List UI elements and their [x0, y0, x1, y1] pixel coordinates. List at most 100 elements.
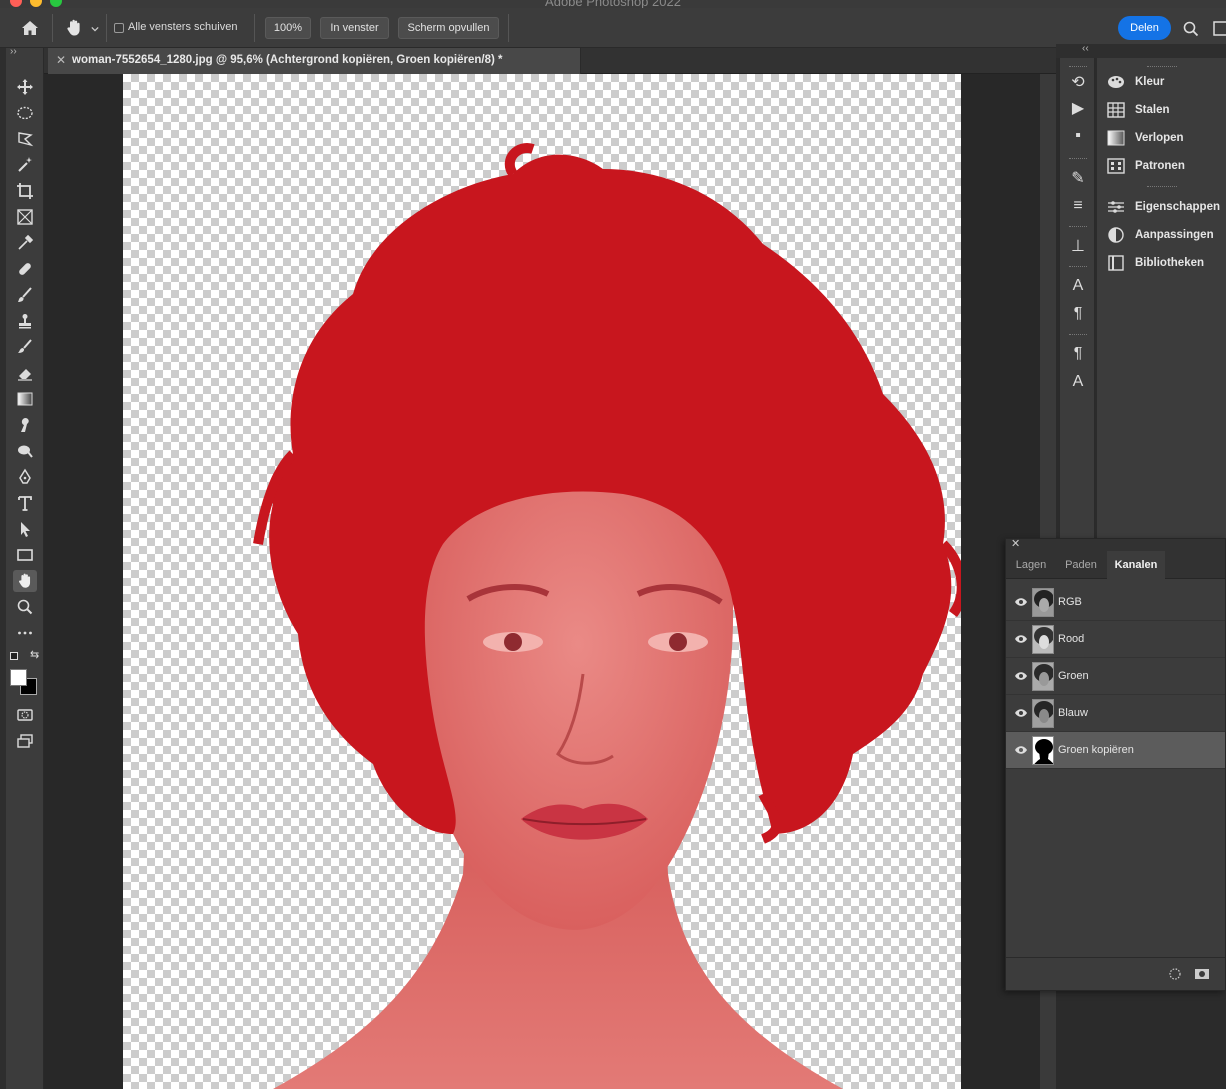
workspace-button[interactable] — [1212, 20, 1226, 38]
document-tab[interactable]: ✕ woman-7552654_1280.jpg @ 95,6% (Achter… — [48, 48, 581, 74]
frame-icon — [17, 209, 33, 225]
close-document-icon[interactable]: ✕ — [56, 53, 66, 67]
panel-patronen[interactable]: Patronen — [1107, 156, 1185, 176]
share-button[interactable]: Delen — [1118, 16, 1171, 40]
collapse-panels-icon[interactable]: ‹‹ — [1082, 43, 1089, 54]
brush-tool[interactable] — [13, 284, 37, 306]
channels-panel-tabs: Lagen Paden Kanalen — [1006, 551, 1225, 579]
close-panel-icon[interactable]: ✕ — [1011, 537, 1020, 550]
crop-icon — [17, 183, 33, 199]
panel-patronen-label: Patronen — [1135, 160, 1185, 172]
channel-row-groen-kopieren[interactable]: Groen kopiëren — [1006, 732, 1225, 769]
clone-source-icon[interactable]: ⊥ — [1068, 236, 1088, 256]
paragraph-styles-icon[interactable]: ¶ — [1068, 344, 1088, 364]
swap-colors-icon[interactable]: ⇆ — [30, 648, 39, 661]
channel-thumbnail — [1032, 588, 1054, 617]
grip[interactable] — [1147, 66, 1177, 67]
history-brush-tool[interactable] — [13, 336, 37, 358]
magic-wand-tool[interactable] — [13, 154, 37, 176]
panel-eigenschappen[interactable]: Eigenschappen — [1107, 197, 1220, 217]
panel-aanpassingen[interactable]: Aanpassingen — [1107, 225, 1214, 245]
visibility-eye-icon[interactable] — [1014, 669, 1028, 683]
search-button[interactable] — [1182, 20, 1200, 38]
fit-in-window-button[interactable]: In venster — [320, 17, 389, 39]
quick-mask-portrait-image[interactable] — [123, 74, 961, 1089]
tab-lagen[interactable]: Lagen — [1006, 551, 1056, 579]
character-styles-icon[interactable]: A — [1068, 372, 1088, 392]
tab-paden[interactable]: Paden — [1056, 551, 1106, 579]
frame-tool[interactable] — [13, 206, 37, 228]
channel-row-groen[interactable]: Groen — [1006, 658, 1225, 695]
brush-settings-icon[interactable]: ✎ — [1068, 168, 1088, 188]
crop-tool[interactable] — [13, 180, 37, 202]
visibility-eye-icon[interactable] — [1014, 706, 1028, 720]
paragraph-icon[interactable]: ¶ — [1068, 304, 1088, 324]
type-icon — [18, 496, 32, 511]
rectangle-tool[interactable] — [13, 544, 37, 566]
grip[interactable] — [1069, 226, 1087, 229]
hand-tool-preset[interactable] — [64, 17, 102, 39]
eraser-tool[interactable] — [13, 362, 37, 384]
scroll-all-windows-checkbox[interactable] — [114, 23, 124, 33]
edit-toolbar-button[interactable] — [13, 622, 37, 644]
canvas-area[interactable] — [44, 74, 1056, 1089]
quick-mask-button[interactable] — [13, 704, 37, 726]
foreground-color-swatch[interactable] — [10, 669, 27, 686]
zoom-100-button[interactable]: 100% — [265, 17, 311, 39]
document-canvas[interactable] — [123, 74, 961, 1089]
character-icon[interactable]: A — [1068, 276, 1088, 296]
comments-icon[interactable]: ▪ — [1068, 126, 1088, 146]
history-icon[interactable]: ⟲ — [1068, 72, 1088, 92]
eyedropper-tool[interactable] — [13, 232, 37, 254]
panel-stalen[interactable]: Stalen — [1107, 100, 1170, 120]
home-button[interactable] — [20, 18, 42, 38]
visibility-eye-icon[interactable] — [1014, 632, 1028, 646]
path-selection-tool[interactable] — [13, 518, 37, 540]
grip[interactable] — [1069, 334, 1087, 337]
document-tab-label: woman-7552654_1280.jpg @ 95,6% (Achtergr… — [72, 54, 503, 66]
brushes-icon[interactable]: ≡ — [1068, 196, 1088, 216]
palette-icon — [1107, 74, 1125, 90]
channel-row-rood[interactable]: Rood — [1006, 621, 1225, 658]
panel-stalen-label: Stalen — [1135, 104, 1170, 116]
panel-bibliotheken[interactable]: Bibliotheken — [1107, 253, 1204, 273]
load-channel-as-selection-icon[interactable] — [1168, 967, 1182, 981]
visibility-eye-icon[interactable] — [1014, 595, 1028, 609]
tab-kanalen[interactable]: Kanalen — [1107, 551, 1165, 579]
clone-stamp-tool[interactable] — [13, 310, 37, 332]
visibility-eye-icon[interactable] — [1014, 743, 1028, 757]
hand-tool[interactable] — [13, 570, 37, 592]
gradient-icon — [1107, 130, 1125, 146]
gradient-tool[interactable] — [13, 388, 37, 410]
collapse-toolbar-icon[interactable]: ›› — [10, 46, 17, 57]
blur-tool[interactable] — [13, 414, 37, 436]
grip[interactable] — [1147, 186, 1177, 187]
default-colors-icon[interactable] — [10, 652, 18, 660]
zoom-tool[interactable] — [13, 596, 37, 618]
zoom-icon — [17, 599, 33, 615]
marquee-tool[interactable] — [13, 102, 37, 124]
panel-kleur[interactable]: Kleur — [1107, 72, 1164, 92]
healing-brush-tool[interactable] — [13, 258, 37, 280]
more-icon — [18, 631, 32, 635]
pen-tool[interactable] — [13, 466, 37, 488]
grip[interactable] — [1069, 66, 1087, 69]
type-tool[interactable] — [13, 492, 37, 514]
fill-screen-button[interactable]: Scherm opvullen — [398, 17, 499, 39]
channel-row-blauw[interactable]: Blauw — [1006, 695, 1225, 732]
panel-header-strip[interactable]: ✕ — [1006, 537, 1225, 551]
dodge-tool[interactable] — [13, 440, 37, 462]
lasso-tool[interactable] — [13, 128, 37, 150]
grip[interactable] — [1069, 158, 1087, 161]
screen-mode-button[interactable] — [13, 730, 37, 752]
actions-play-icon[interactable]: ▶ — [1068, 98, 1088, 118]
channel-thumbnail — [1032, 625, 1054, 654]
path-selection-icon — [21, 522, 30, 537]
grip[interactable] — [1069, 266, 1087, 269]
channel-row-rgb[interactable]: RGB — [1006, 584, 1225, 621]
panel-verlopen[interactable]: Verlopen — [1107, 128, 1184, 148]
panel-collapse-bar[interactable]: ‹‹ — [1056, 43, 1226, 58]
channel-name: Rood — [1058, 633, 1085, 645]
move-tool[interactable] — [13, 76, 37, 98]
save-selection-as-channel-icon[interactable] — [1194, 967, 1210, 981]
